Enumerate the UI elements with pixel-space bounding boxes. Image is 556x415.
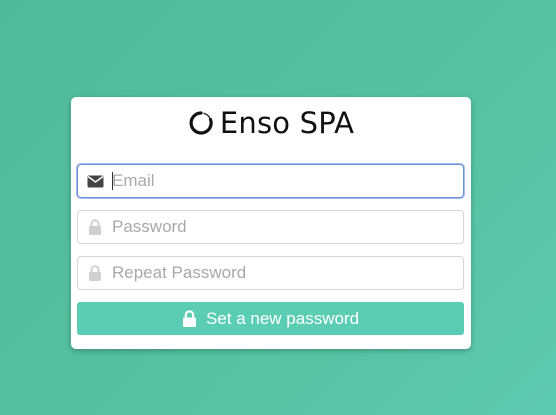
lock-icon [86,265,104,281]
password-input[interactable] [112,211,457,243]
repeat-password-field[interactable] [77,256,464,290]
brand-name: Enso SPA [219,106,355,140]
brand-header: Enso SPA [71,103,471,143]
email-input[interactable] [112,165,457,197]
repeat-password-input[interactable] [112,257,457,289]
lock-icon [182,309,198,328]
set-new-password-label: Set a new password [205,308,360,328]
lock-icon [86,219,104,235]
email-field[interactable] [77,164,464,198]
password-field[interactable] [77,210,464,244]
enso-circle-icon [188,110,214,136]
set-new-password-button[interactable]: Set a new password [77,302,464,335]
text-caret [112,172,113,190]
envelope-icon [86,173,104,189]
reset-password-card: Enso SPA Email Set a new password [71,97,471,349]
